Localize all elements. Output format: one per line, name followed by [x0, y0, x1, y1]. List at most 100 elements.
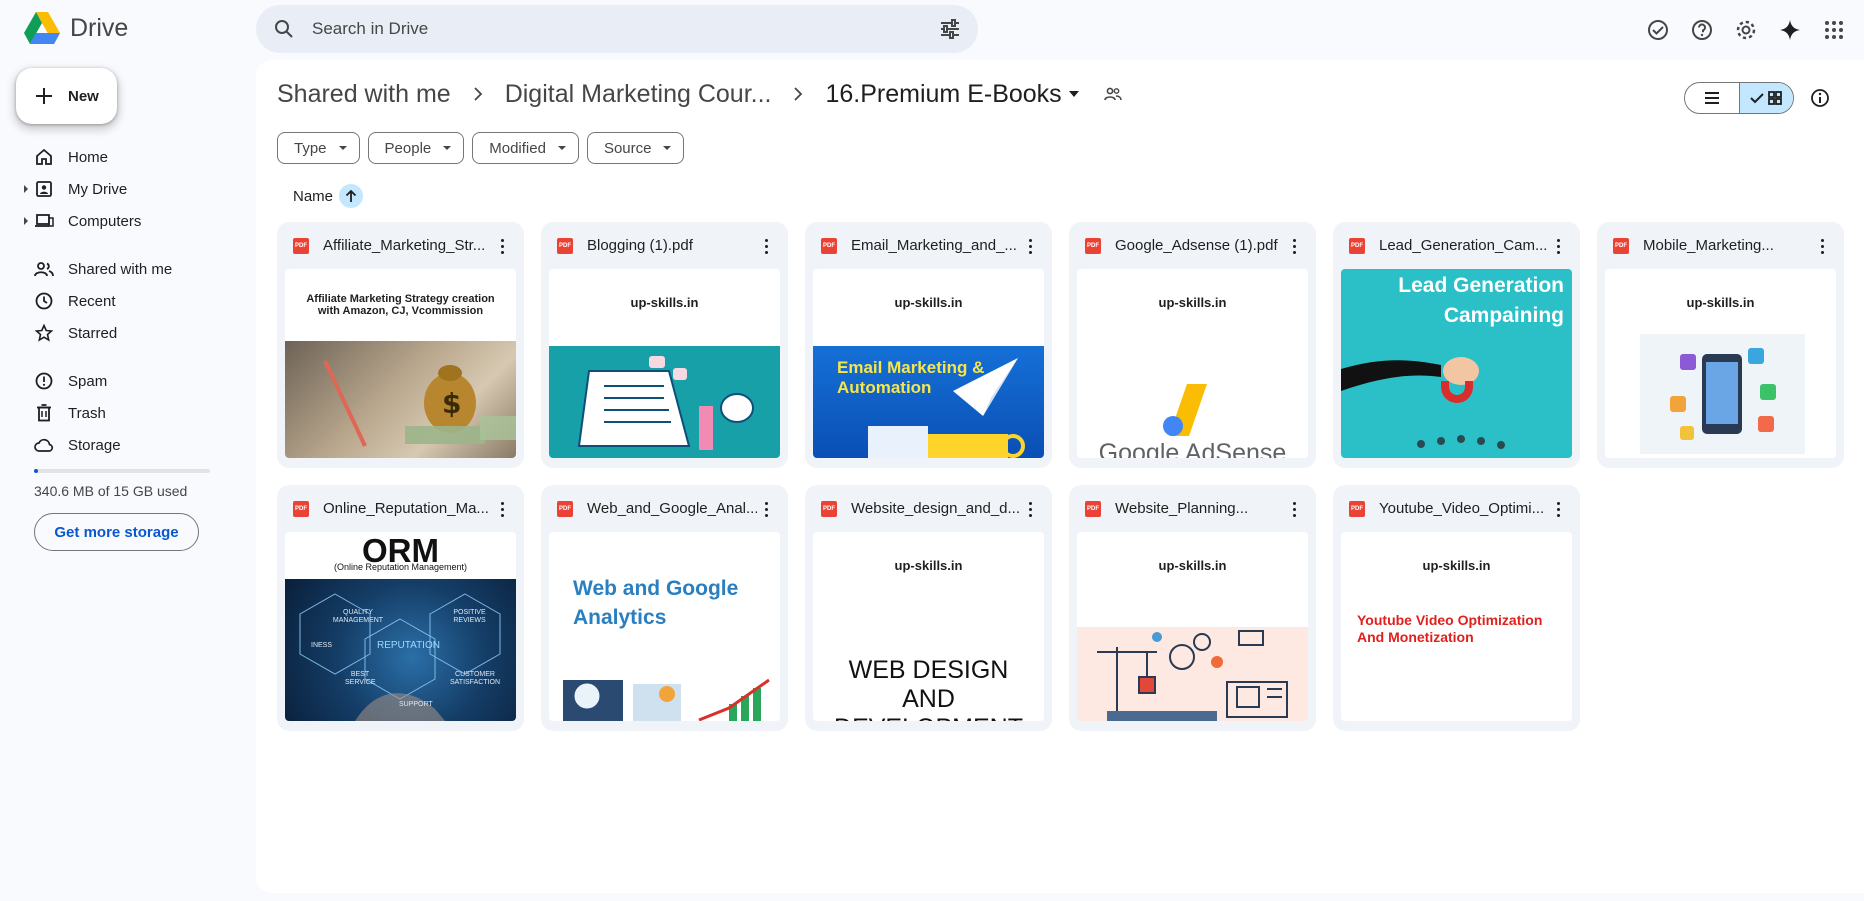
file-card[interactable]: PDF Lead_Generation_Cam... Lead Generati…	[1333, 222, 1580, 468]
shared-folder-people-icon[interactable]	[1103, 86, 1122, 102]
pdf-file-icon: PDF	[1349, 500, 1365, 517]
breadcrumb-middle[interactable]: Digital Marketing Cour...	[505, 80, 772, 109]
chip-label: Type	[294, 139, 327, 157]
more-actions-icon[interactable]	[490, 234, 514, 258]
file-card[interactable]: PDF Online_Reputation_Ma... ORM (Online …	[277, 485, 524, 731]
file-card[interactable]: PDF Affiliate_Marketing_Str... Affiliate…	[277, 222, 524, 468]
file-card[interactable]: PDF Web_and_Google_Anal... Web and Googl…	[541, 485, 788, 731]
thumbnail-word: CUSTOMER SATISFACTION	[449, 671, 501, 686]
sort-by-name-label[interactable]: Name	[293, 188, 333, 205]
search-input[interactable]	[312, 5, 872, 53]
thumbnail-title: up-skills.in	[894, 295, 963, 310]
sidebar-item-my-drive[interactable]: My Drive	[0, 173, 256, 205]
thumbnail-image	[563, 678, 770, 721]
sidebar-item-label: Storage	[68, 436, 121, 454]
breadcrumb-current[interactable]: 16.Premium E-Books	[825, 80, 1079, 109]
more-actions-icon[interactable]	[1018, 234, 1042, 258]
sidebar-item-label: Trash	[68, 404, 106, 422]
info-icon[interactable]	[1804, 82, 1836, 114]
sidebar-item-starred[interactable]: Starred	[0, 317, 256, 349]
file-card[interactable]: PDF Blogging (1).pdf up-skills.in	[541, 222, 788, 468]
sidebar-item-shared-with-me[interactable]: Shared with me	[0, 253, 256, 285]
file-card[interactable]: PDF Email_Marketing_and_... up-skills.in…	[805, 222, 1052, 468]
new-button-label: New	[68, 87, 99, 105]
sidebar-item-storage[interactable]: Storage	[0, 429, 256, 461]
search-icon[interactable]	[272, 17, 296, 41]
file-thumbnail: up-skills.in	[549, 269, 780, 458]
recent-icon	[34, 291, 54, 311]
file-card-header: PDF Email_Marketing_and_...	[805, 222, 1052, 269]
filter-modified-chip[interactable]: Modified	[472, 132, 579, 164]
file-card[interactable]: PDF Google_Adsense (1).pdf up-skills.in …	[1069, 222, 1316, 468]
file-card-header: PDF Youtube_Video_Optimi...	[1333, 485, 1580, 532]
sidebar-item-spam[interactable]: Spam	[0, 365, 256, 397]
file-card[interactable]: PDF Youtube_Video_Optimi... up-skills.in…	[1333, 485, 1580, 731]
thumbnail-title: up-skills.in	[1686, 295, 1755, 310]
sort-ascending-arrow-icon[interactable]	[339, 184, 364, 208]
more-actions-icon[interactable]	[1018, 497, 1042, 521]
settings-gear-icon[interactable]	[1726, 10, 1766, 50]
search-options-icon[interactable]	[938, 17, 962, 41]
thumbnail-word: POSITIVE REVIEWS	[453, 609, 486, 624]
file-name: Youtube_Video_Optimi...	[1379, 500, 1545, 517]
more-actions-icon[interactable]	[1282, 497, 1306, 521]
thumbnail-title: up-skills.in	[1158, 558, 1227, 573]
thumbnail-text: Lead Generation Campaining	[1398, 274, 1564, 327]
sidebar-item-computers[interactable]: Computers	[0, 205, 256, 237]
new-button[interactable]: New	[16, 68, 117, 124]
file-name: Google_Adsense (1).pdf	[1115, 237, 1278, 254]
drive-logo-icon	[24, 12, 60, 44]
thumbnail-image	[1640, 334, 1805, 454]
pdf-file-icon: PDF	[1613, 237, 1629, 254]
more-actions-icon[interactable]	[754, 234, 778, 258]
filter-type-chip[interactable]: Type	[277, 132, 360, 164]
get-more-storage-button[interactable]: Get more storage	[34, 513, 199, 551]
filter-people-chip[interactable]: People	[367, 132, 465, 164]
thumbnail-subtitle: (Online Reputation Management)	[333, 562, 468, 572]
thumbnail-text: Email Marketing & Automation	[837, 358, 985, 397]
more-actions-icon[interactable]	[1546, 234, 1570, 258]
computers-icon	[34, 211, 54, 231]
sidebar-item-label: Spam	[68, 372, 108, 390]
sidebar-item-recent[interactable]: Recent	[0, 285, 256, 317]
thumbnail-title: Affiliate Marketing Strategy creation wi…	[306, 293, 495, 317]
search-bar[interactable]	[256, 5, 978, 53]
thumbnail-title: up-skills.in	[1422, 558, 1491, 573]
sidebar-item-home[interactable]: Home	[0, 141, 256, 173]
breadcrumb-root[interactable]: Shared with me	[277, 80, 451, 109]
file-card[interactable]: PDF Mobile_Marketing... up-skills.in	[1597, 222, 1844, 468]
file-thumbnail: Web and Google Analytics	[549, 532, 780, 721]
more-actions-icon[interactable]	[490, 497, 514, 521]
thumbnail-text: Web and Google Analytics	[573, 577, 739, 629]
more-actions-icon[interactable]	[1810, 234, 1834, 258]
file-name: Email_Marketing_and_...	[851, 237, 1017, 254]
spam-icon	[34, 371, 54, 391]
dropdown-arrow-icon	[663, 146, 672, 150]
gemini-sparkle-icon[interactable]	[1770, 10, 1810, 50]
shared-icon	[34, 259, 54, 279]
apps-grid-icon[interactable]	[1814, 10, 1854, 50]
expand-caret-icon[interactable]	[24, 217, 28, 225]
filter-source-chip[interactable]: Source	[586, 132, 685, 164]
file-name: Mobile_Marketing...	[1643, 237, 1774, 254]
drive-logo[interactable]: Drive	[24, 12, 128, 44]
more-actions-icon[interactable]	[1282, 234, 1306, 258]
adsense-logo-icon	[1163, 384, 1207, 436]
pdf-file-icon: PDF	[821, 237, 837, 254]
file-thumbnail: up-skills.in	[1605, 269, 1836, 458]
nav-group-shared: Shared with me Recent Starred	[0, 253, 256, 349]
help-icon[interactable]	[1682, 10, 1722, 50]
grid-view-button[interactable]	[1738, 83, 1793, 113]
expand-caret-icon[interactable]	[24, 185, 28, 193]
pdf-file-icon: PDF	[1349, 237, 1365, 254]
file-card[interactable]: PDF Website_Planning... up-skills.in	[1069, 485, 1316, 731]
ready-offline-icon[interactable]	[1638, 10, 1678, 50]
sidebar: New Home My Drive Computers Shared with …	[0, 60, 256, 901]
more-actions-icon[interactable]	[1546, 497, 1570, 521]
file-card[interactable]: PDF Website_design_and_d... up-skills.in…	[805, 485, 1052, 731]
list-view-button[interactable]	[1685, 83, 1739, 113]
sidebar-item-trash[interactable]: Trash	[0, 397, 256, 429]
sidebar-item-label: Starred	[68, 324, 118, 342]
more-actions-icon[interactable]	[754, 497, 778, 521]
pdf-file-icon: PDF	[1085, 237, 1101, 254]
